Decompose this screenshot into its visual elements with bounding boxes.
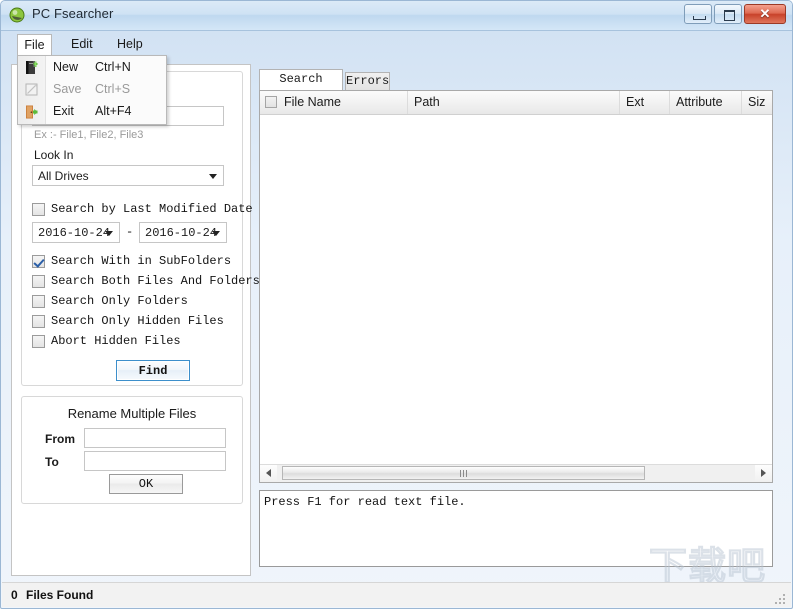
menu-item-accelerator: Alt+F4 <box>95 104 132 118</box>
ok-button[interactable]: OK <box>109 474 183 494</box>
to-input[interactable] <box>84 451 226 471</box>
look-in-value: All Drives <box>38 169 89 183</box>
select-all-checkbox[interactable] <box>265 96 277 108</box>
checkbox-box <box>32 295 45 308</box>
column-file-name[interactable]: File Name <box>278 91 408 114</box>
minimize-button[interactable] <box>684 4 712 24</box>
maximize-icon <box>724 10 735 21</box>
date-to-value: 2016-10-24 <box>145 226 218 240</box>
example-hint: Ex :- File1, File2, File3 <box>34 129 144 141</box>
date-to-combo[interactable]: 2016-10-24 <box>139 222 227 243</box>
column-size[interactable]: Siz <box>742 91 772 114</box>
menu-item-save[interactable]: Save Ctrl+S <box>19 79 165 101</box>
column-attribute[interactable]: Attribute <box>670 91 742 114</box>
column-path[interactable]: Path <box>408 91 620 114</box>
left-panel: Ex :- File1, File2, File3 Look In All Dr… <box>11 64 260 576</box>
checkbox-box <box>32 335 45 348</box>
files-found-label: Files Found <box>26 588 94 602</box>
maximize-button[interactable] <box>714 4 742 24</box>
menu-item-label: Exit <box>53 104 74 118</box>
rename-title: Rename Multiple Files <box>67 406 197 421</box>
from-label: From <box>45 432 75 446</box>
tab-search-items[interactable]: Search Items <box>259 69 343 104</box>
menu-item-label: Save <box>53 82 82 96</box>
scroll-right-arrow-icon[interactable] <box>755 465 772 481</box>
resize-grip-icon[interactable] <box>775 592 788 605</box>
option-label: Search Only Folders <box>51 294 188 308</box>
window-title: PC Fsearcher <box>32 6 114 21</box>
checkbox-box <box>32 203 45 216</box>
option-label: Abort Hidden Files <box>51 334 181 348</box>
horizontal-scrollbar[interactable] <box>260 464 772 482</box>
menu-file[interactable]: File <box>17 34 52 56</box>
close-icon: ✕ <box>759 6 771 21</box>
menu-edit[interactable]: Edit <box>61 34 103 55</box>
menu-item-accelerator: Ctrl+S <box>95 82 131 96</box>
menu-item-accelerator: Ctrl+N <box>95 60 131 74</box>
listview-header: File Name Path Ext Attribute Siz <box>260 91 772 115</box>
option-label: Search With in SubFolders <box>51 254 232 268</box>
from-input[interactable] <box>84 428 226 448</box>
minimize-icon <box>693 16 706 20</box>
menu-item-exit[interactable]: Exit Alt+F4 <box>19 101 165 123</box>
chevron-down-icon <box>105 230 113 236</box>
app-window: PC Fsearcher ✕ File Edit Help Ex :- File… <box>0 0 793 609</box>
grip-icon <box>460 469 467 477</box>
status-bar: 0 Files Found <box>2 582 791 607</box>
find-button[interactable]: Find <box>116 360 190 381</box>
log-textarea[interactable]: Press F1 for read text file. <box>259 490 773 567</box>
menu-item-label: New <box>53 60 79 74</box>
new-file-icon <box>26 61 38 74</box>
tab-strip: Search Items Errors <box>259 69 773 104</box>
checkbox-box <box>32 315 45 328</box>
scroll-left-arrow-icon[interactable] <box>260 465 277 481</box>
scrollbar-thumb[interactable] <box>282 466 645 480</box>
file-menu-dropdown[interactable]: New Ctrl+N Save Ctrl+S Exit Alt+F4 <box>17 55 167 125</box>
log-message: Press F1 for read text file. <box>264 495 466 509</box>
date-separator: - <box>126 225 134 239</box>
close-button[interactable]: ✕ <box>744 4 786 24</box>
menu-bar: File Edit Help <box>17 34 776 56</box>
to-label: To <box>45 455 59 469</box>
rename-groupbox: Rename Multiple Files From To OK <box>21 396 243 504</box>
column-ext[interactable]: Ext <box>620 91 670 114</box>
files-found-count: 0 <box>11 588 18 602</box>
menu-item-new[interactable]: New Ctrl+N <box>19 57 165 79</box>
tab-errors[interactable]: Errors <box>345 72 390 90</box>
chevron-down-icon <box>209 173 217 179</box>
date-from-value: 2016-10-24 <box>38 226 111 240</box>
date-from-combo[interactable]: 2016-10-24 <box>32 222 120 243</box>
menu-help[interactable]: Help <box>107 34 153 55</box>
magnifier-icon <box>9 7 25 23</box>
results-listview[interactable]: File Name Path Ext Attribute Siz <box>259 90 773 483</box>
checkbox-box <box>32 255 45 268</box>
look-in-combo[interactable]: All Drives <box>32 165 224 186</box>
save-icon <box>25 83 38 96</box>
exit-door-icon <box>26 105 38 119</box>
look-in-label: Look In <box>34 148 74 162</box>
option-label: Search Both Files And Folders <box>51 274 260 288</box>
title-bar: PC Fsearcher ✕ <box>1 1 792 31</box>
option-label: Search Only Hidden Files <box>51 314 224 328</box>
chevron-down-icon <box>212 230 220 236</box>
search-by-date-label: Search by Last Modified Date <box>51 202 253 216</box>
checkbox-box <box>32 275 45 288</box>
